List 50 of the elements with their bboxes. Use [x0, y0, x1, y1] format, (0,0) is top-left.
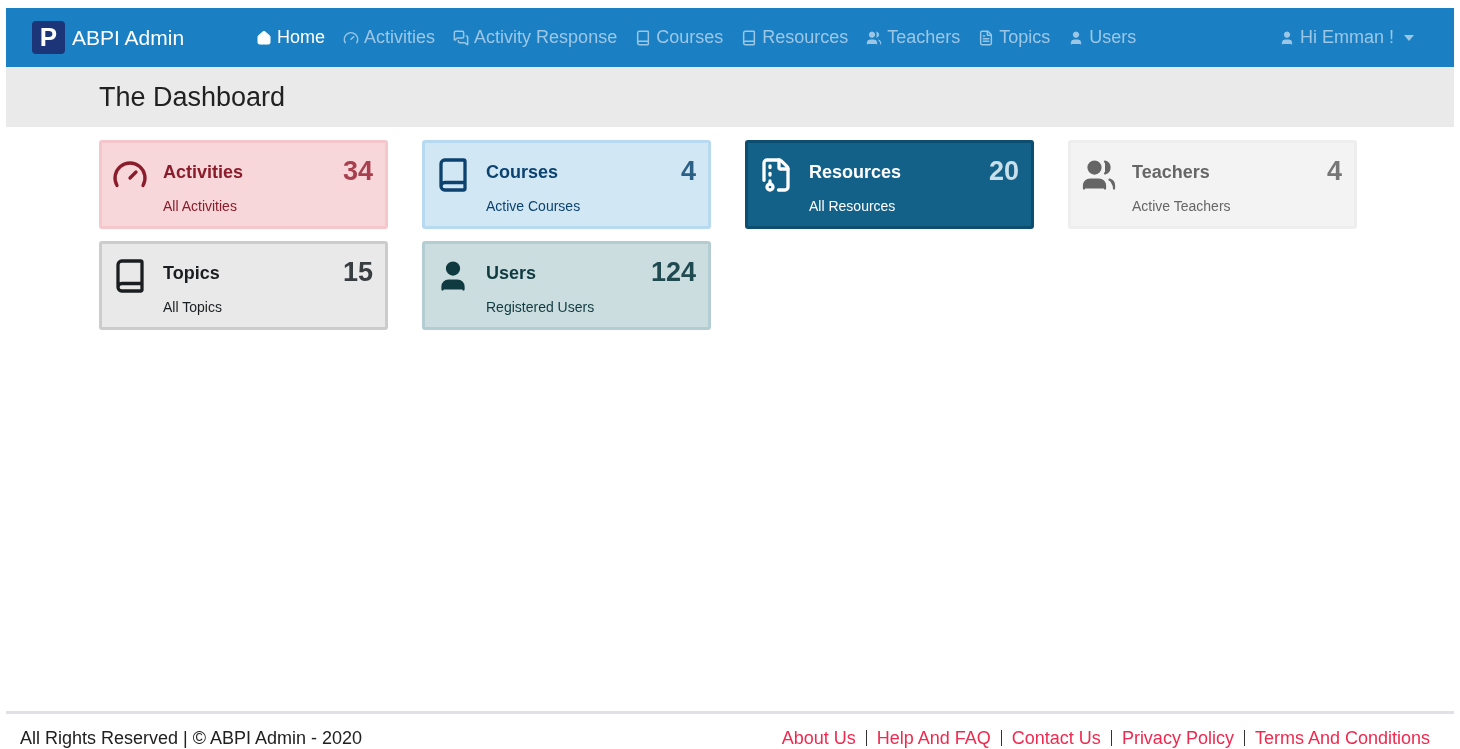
card-count: 20	[988, 155, 1019, 188]
footer-link[interactable]: Help And FAQ	[876, 727, 991, 749]
card-title: Teachers	[1132, 161, 1210, 184]
stat-card[interactable]: Activities 34 All Activities	[99, 140, 388, 229]
chat-icon	[453, 29, 470, 46]
card-title: Resources	[809, 161, 902, 184]
user-menu[interactable]: Hi Emman !	[1278, 24, 1414, 51]
stat-card[interactable]: Teachers 4 Active Teachers	[1068, 140, 1357, 229]
stat-card[interactable]: Topics 15 All Topics	[99, 241, 388, 330]
footer-link[interactable]: Privacy Policy	[1121, 727, 1234, 749]
nav-link[interactable]: Courses	[635, 24, 724, 51]
card-subtitle: Active Courses	[486, 196, 582, 216]
footer-link[interactable]: About Us	[781, 727, 856, 749]
card-count: 15	[342, 256, 373, 289]
nav-link[interactable]: Topics	[978, 24, 1051, 51]
nav-link[interactable]: Teachers	[866, 24, 961, 51]
card-count: 4	[1326, 155, 1342, 188]
card-subtitle: Registered Users	[486, 297, 596, 317]
copyright-text: All Rights Reserved | © ABPI Admin - 2020	[20, 727, 363, 749]
nav-link[interactable]: Home	[256, 24, 326, 51]
nav-link[interactable]: Resources	[741, 24, 849, 51]
card-subtitle: All Activities	[163, 196, 238, 216]
stat-card[interactable]: Users 124 Registered Users	[422, 241, 711, 330]
footer-link[interactable]: Contact Us	[1011, 727, 1101, 749]
card-title: Activities	[163, 161, 244, 184]
nav-link[interactable]: Users	[1068, 24, 1137, 51]
logo[interactable]: P	[32, 21, 65, 54]
page-title: The Dashboard	[99, 80, 286, 114]
document-icon	[978, 29, 995, 46]
card-count: 4	[680, 155, 696, 188]
people-icon	[866, 29, 883, 46]
card-title: Users	[486, 262, 537, 285]
book-icon	[635, 29, 652, 46]
footer-link[interactable]: Terms And Conditions	[1254, 727, 1430, 749]
stat-card[interactable]: Resources 20 All Resources	[745, 140, 1034, 229]
stat-card[interactable]: Courses 4 Active Courses	[422, 140, 711, 229]
book-icon	[741, 29, 758, 46]
nav-link[interactable]: Activity Response	[453, 24, 618, 51]
card-subtitle: Active Teachers	[1132, 196, 1232, 216]
card-title: Topics	[163, 262, 220, 285]
card-count: 124	[650, 256, 696, 289]
card-subtitle: All Topics	[163, 297, 223, 317]
card-count: 34	[342, 155, 373, 188]
brand-name[interactable]: ABPI Admin	[72, 21, 185, 54]
nav-link[interactable]: Activities	[343, 24, 436, 51]
card-subtitle: All Resources	[809, 196, 897, 216]
home-icon	[256, 29, 273, 46]
gauge-icon	[343, 29, 360, 46]
card-title: Courses	[486, 161, 559, 184]
caret-icon	[1404, 34, 1414, 41]
